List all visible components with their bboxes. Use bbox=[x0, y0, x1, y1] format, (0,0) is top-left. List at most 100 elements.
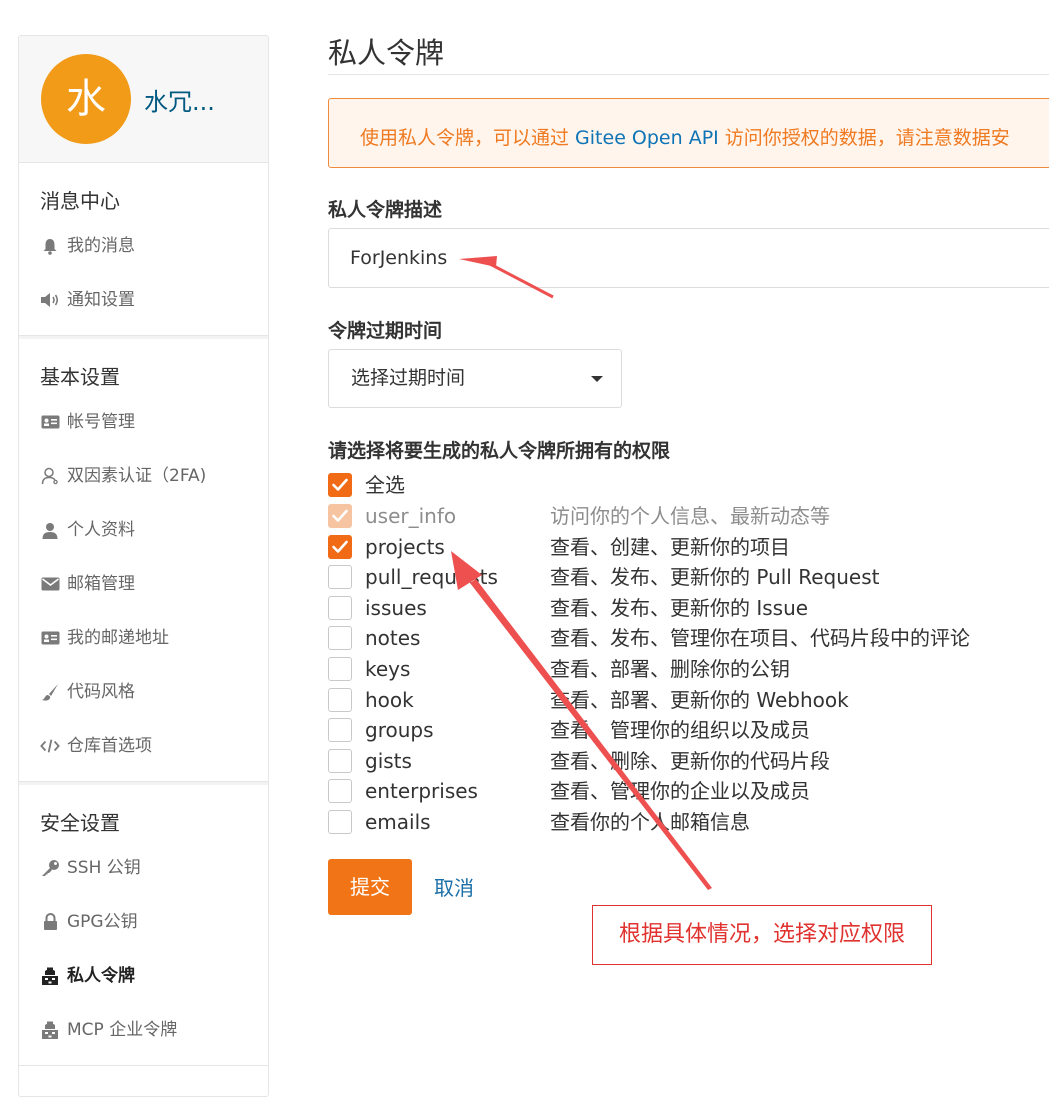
key-icon bbox=[40, 858, 60, 878]
permission-checkbox[interactable] bbox=[328, 718, 352, 743]
avatar[interactable]: 水 bbox=[41, 54, 131, 144]
sidebar-section: 消息中心我的消息通知设置 bbox=[19, 163, 268, 336]
expire-label: 令牌过期时间 bbox=[328, 320, 443, 342]
annotation-callout: 根据具体情况，选择对应权限 bbox=[592, 905, 932, 965]
sidebar-item-label: 双因素认证（2FA) bbox=[67, 466, 207, 486]
sidebar-item[interactable]: 通知设置 bbox=[19, 273, 268, 327]
permission-name: groups bbox=[365, 718, 434, 743]
sidebar-item-label: SSH 公钥 bbox=[67, 858, 141, 878]
permission-description: 查看、管理你的组织以及成员 bbox=[550, 718, 810, 743]
sidebar-item[interactable]: 双因素认证（2FA) bbox=[19, 449, 268, 503]
permission-name: pull_requests bbox=[365, 565, 498, 590]
permission-name: issues bbox=[365, 595, 427, 620]
permission-row[interactable]: projects 查看、创建、更新你的项目 bbox=[328, 532, 1028, 562]
notice-text-suffix: 访问你授权的数据，请注意数据安 bbox=[718, 127, 1010, 149]
permission-checkbox[interactable] bbox=[328, 687, 352, 712]
sidebar-item[interactable]: GPG公钥 bbox=[19, 895, 268, 949]
expire-select[interactable]: 选择过期时间 bbox=[328, 349, 622, 408]
token-desc-input[interactable]: ForJenkins bbox=[328, 228, 1049, 288]
permission-description: 查看、部署、删除你的公钥 bbox=[550, 657, 790, 681]
brush-icon bbox=[40, 682, 60, 702]
speaker-icon bbox=[40, 290, 60, 310]
sidebar-item-label: 邮箱管理 bbox=[67, 574, 135, 594]
lock-icon bbox=[40, 912, 60, 932]
sidebar-item-label: MCP 企业令牌 bbox=[67, 1020, 178, 1040]
address-card-icon bbox=[40, 628, 60, 648]
user-outline-icon bbox=[40, 466, 60, 486]
permission-row[interactable]: hook 查看、部署、更新你的 Webhook bbox=[328, 685, 1028, 715]
permission-checkbox bbox=[328, 504, 352, 528]
permission-checkbox[interactable] bbox=[328, 779, 352, 804]
permission-name: hook bbox=[365, 687, 414, 712]
permission-checkbox[interactable] bbox=[328, 657, 352, 681]
permission-checkbox[interactable] bbox=[328, 748, 352, 773]
token-icon bbox=[40, 1020, 60, 1040]
sidebar-item[interactable]: 私人令牌 bbox=[19, 949, 268, 1003]
permission-checkbox[interactable] bbox=[328, 810, 352, 834]
permission-row[interactable]: issues 查看、发布、更新你的 Issue bbox=[328, 593, 1028, 623]
sidebar-section: 安全设置 SSH 公钥 GPG公钥私人令牌 MCP 企业令牌 bbox=[19, 782, 268, 1066]
permission-description: 查看、创建、更新你的项目 bbox=[550, 534, 790, 559]
select-all-row[interactable]: 全选 bbox=[328, 470, 1028, 500]
sidebar-section: 基本设置帐号管理双因素认证（2FA) 个人资料邮箱管理我的邮递地址 代码风格仓库首选… bbox=[19, 336, 268, 782]
sidebar-item[interactable]: 帐号管理 bbox=[19, 395, 268, 449]
permission-description: 查看、删除、更新你的代码片段 bbox=[550, 748, 830, 773]
sidebar-item-label: 我的消息 bbox=[67, 236, 135, 256]
sidebar-section-title: 消息中心 bbox=[40, 189, 120, 213]
settings-sidebar: 水 水冗... 消息中心我的消息通知设置基本设置帐号管理双因素认证（2FA) 个人… bbox=[18, 35, 269, 1097]
sidebar-item[interactable]: SSH 公钥 bbox=[19, 841, 268, 895]
sidebar-section-title: 基本设置 bbox=[40, 365, 120, 389]
sidebar-item[interactable]: 邮箱管理 bbox=[19, 557, 268, 611]
sidebar-item[interactable]: MCP 企业令牌 bbox=[19, 1003, 268, 1057]
permission-row[interactable]: notes 查看、发布、管理你在项目、代码片段中的评论 bbox=[328, 623, 1028, 653]
token-icon bbox=[40, 966, 60, 986]
permission-checkbox[interactable] bbox=[328, 534, 352, 559]
sidebar-item[interactable]: 仓库首选项 bbox=[19, 719, 268, 773]
permission-row[interactable]: enterprises 查看、管理你的企业以及成员 bbox=[328, 776, 1028, 806]
submit-button[interactable]: 提交 bbox=[328, 859, 412, 915]
permission-name: enterprises bbox=[365, 779, 478, 804]
sidebar-item[interactable]: 我的邮递地址 bbox=[19, 611, 268, 665]
sidebar-item-label: 我的邮递地址 bbox=[67, 628, 169, 648]
permission-description: 查看、管理你的企业以及成员 bbox=[550, 779, 810, 804]
permission-description: 查看、发布、更新你的 Issue bbox=[550, 595, 809, 620]
notice-text-prefix: 使用私人令牌，可以通过 bbox=[360, 127, 576, 149]
sidebar-item[interactable]: 代码风格 bbox=[19, 665, 268, 719]
cancel-link[interactable]: 取消 bbox=[434, 872, 474, 901]
permission-name: gists bbox=[365, 748, 412, 773]
sidebar-item[interactable]: 我的消息 bbox=[19, 219, 268, 273]
permission-description: 查看你的个人邮箱信息 bbox=[550, 810, 750, 834]
sidebar-section-title: 安全设置 bbox=[40, 811, 120, 835]
permission-name: user_info bbox=[365, 504, 457, 528]
notice-api-link[interactable]: Gitee Open API bbox=[575, 127, 719, 149]
permission-row[interactable]: keys 查看、部署、删除你的公钥 bbox=[328, 654, 1028, 684]
permission-row[interactable]: emails 查看你的个人邮箱信息 bbox=[328, 807, 1028, 837]
sidebar-item[interactable]: 个人资料 bbox=[19, 503, 268, 557]
info-notice: 使用私人令牌，可以通过 Gitee Open API 访问你授权的数据，请注意数… bbox=[328, 98, 1049, 168]
permission-description: 查看、部署、更新你的 Webhook bbox=[550, 687, 849, 712]
sidebar-item-label: 通知设置 bbox=[67, 290, 135, 310]
sidebar-item-label: 代码风格 bbox=[67, 682, 135, 702]
permission-description: 查看、发布、管理你在项目、代码片段中的评论 bbox=[550, 626, 970, 651]
sidebar-item-label: 个人资料 bbox=[67, 520, 135, 540]
user-icon bbox=[40, 520, 60, 540]
permission-name: projects bbox=[365, 534, 445, 559]
title-divider bbox=[328, 74, 1049, 75]
select-all-checkbox[interactable] bbox=[328, 473, 352, 497]
permission-row[interactable]: gists 查看、删除、更新你的代码片段 bbox=[328, 746, 1028, 776]
permission-row[interactable]: groups 查看、管理你的组织以及成员 bbox=[328, 715, 1028, 745]
permission-description: 查看、发布、更新你的 Pull Request bbox=[550, 565, 880, 590]
sidebar-item-label: GPG公钥 bbox=[67, 912, 138, 932]
permission-description: 访问你的个人信息、最新动态等 bbox=[550, 504, 830, 528]
username[interactable]: 水冗... bbox=[144, 82, 215, 117]
sidebar-item-label: 仓库首选项 bbox=[67, 736, 152, 756]
permission-checkbox[interactable] bbox=[328, 626, 352, 651]
permission-checkbox[interactable] bbox=[328, 595, 352, 620]
permission-checkbox[interactable] bbox=[328, 565, 352, 590]
envelope-icon bbox=[40, 574, 60, 594]
bell-icon bbox=[40, 236, 60, 256]
sidebar-item-label: 帐号管理 bbox=[67, 412, 135, 432]
permission-row[interactable]: pull_requests 查看、发布、更新你的 Pull Request bbox=[328, 562, 1028, 592]
sidebar-item-label: 私人令牌 bbox=[67, 966, 135, 986]
permission-name: notes bbox=[365, 626, 421, 651]
